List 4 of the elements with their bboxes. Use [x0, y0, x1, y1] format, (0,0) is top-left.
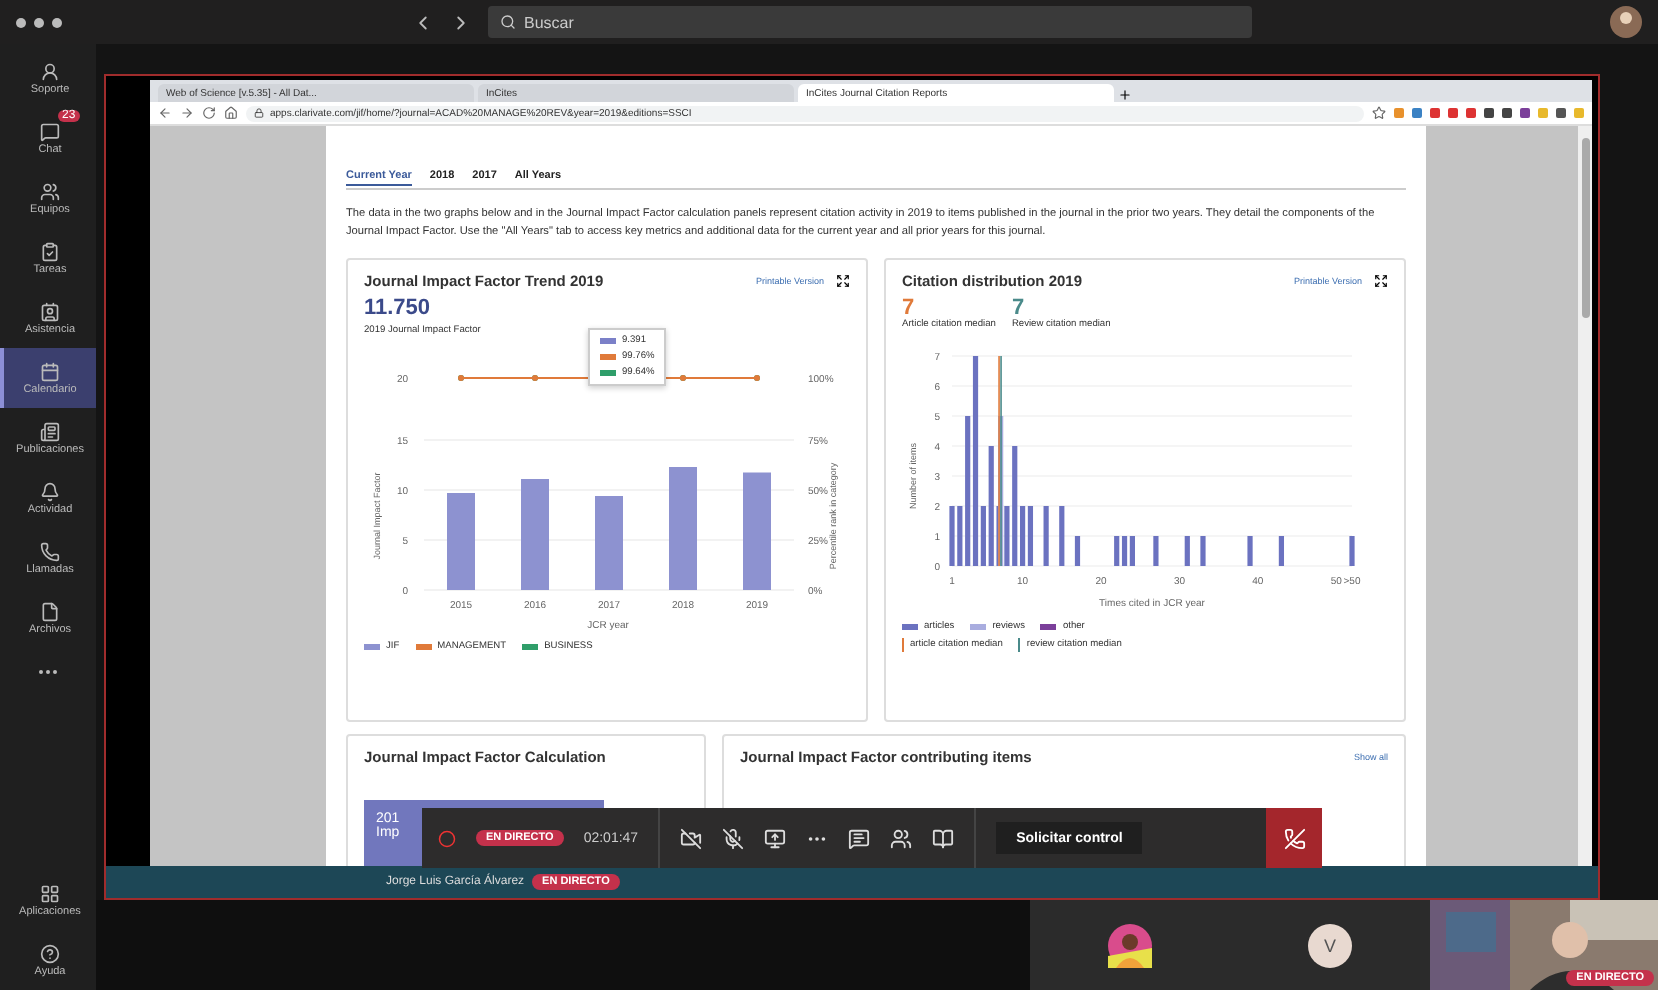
median-value: 7	[1011, 296, 1025, 320]
median-value: 7	[902, 296, 915, 320]
impact-factor-value: 11.750	[364, 296, 433, 320]
participant-avatar: V	[1308, 923, 1352, 967]
